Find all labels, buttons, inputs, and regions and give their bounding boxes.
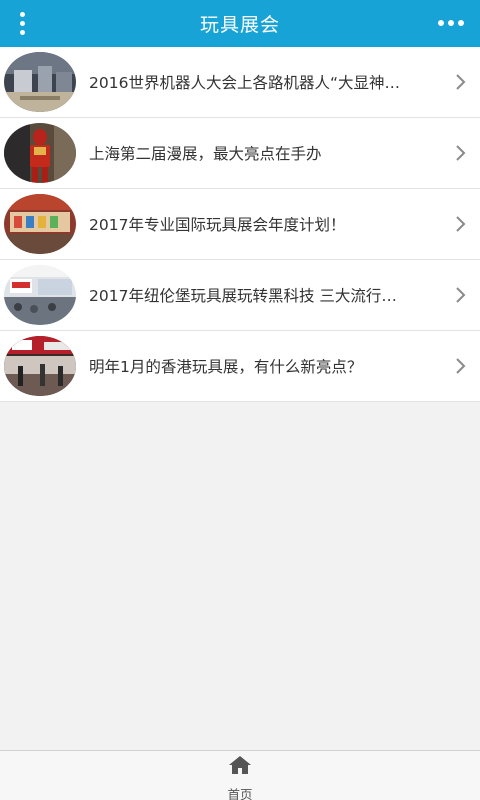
list-item[interactable]: 上海第二届漫展，最大亮点在手办 xyxy=(0,118,480,189)
list-item[interactable]: 2017年专业国际玩具展会年度计划！ xyxy=(0,189,480,260)
list-item[interactable]: 明年1月的香港玩具展，有什么新亮点？ xyxy=(0,331,480,402)
home-tab[interactable]: 首页 xyxy=(210,755,270,800)
toy-fair-booth-photo xyxy=(4,194,76,254)
hong-kong-toy-fair-photo xyxy=(4,336,76,396)
list-item[interactable]: 2016世界机器人大会上各路机器人“大显神… xyxy=(0,47,480,118)
chevron-right-icon xyxy=(454,74,468,90)
chevron-right-icon xyxy=(454,287,468,303)
home-tab-label: 首页 xyxy=(227,787,253,800)
chevron-right-icon xyxy=(454,358,468,374)
iron-man-figure-photo xyxy=(4,123,76,183)
bottom-tab-bar: 首页 xyxy=(0,750,480,800)
list-item[interactable]: 2017年纽伦堡玩具展玩转黑科技 三大流行… xyxy=(0,260,480,331)
page-title: 玩具展会 xyxy=(199,14,280,36)
list-item-title: 明年1月的香港玩具展，有什么新亮点？ xyxy=(89,358,363,376)
list-item-title: 2017年专业国际玩具展会年度计划！ xyxy=(89,216,346,234)
list-item-title: 上海第二届漫展，最大亮点在手办 xyxy=(89,145,322,163)
chevron-right-icon xyxy=(454,216,468,232)
nuremberg-toy-fair-photo xyxy=(4,265,76,325)
home-icon xyxy=(228,755,252,775)
robot-conference-photo xyxy=(4,52,76,112)
article-list: 2016世界机器人大会上各路机器人“大显神… 上海第二届漫展，最大亮点在手办 2… xyxy=(0,47,480,402)
vertical-dots-menu-icon[interactable] xyxy=(8,8,36,38)
list-item-title: 2016世界机器人大会上各路机器人“大显神… xyxy=(89,74,400,92)
list-item-title: 2017年纽伦堡玩具展玩转黑科技 三大流行… xyxy=(89,287,397,305)
chevron-right-icon xyxy=(454,145,468,161)
horizontal-dots-more-icon[interactable] xyxy=(434,8,468,38)
top-app-bar: 玩具展会 xyxy=(0,0,480,47)
